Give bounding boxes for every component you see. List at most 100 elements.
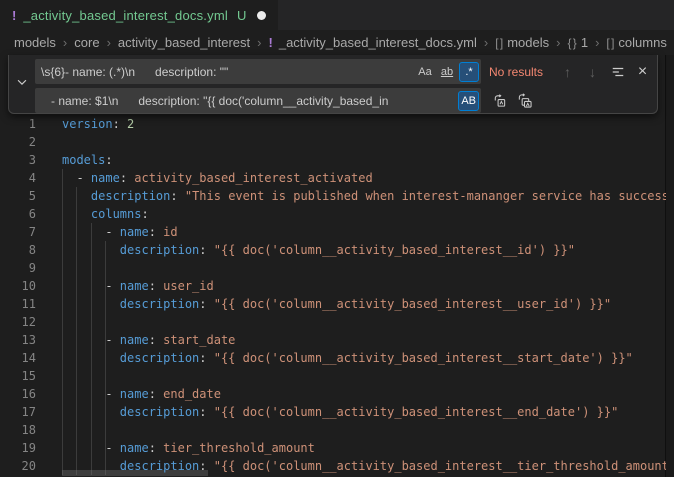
- code-line-1[interactable]: 1version: 2: [0, 115, 666, 133]
- close-icon: ×: [638, 63, 647, 81]
- breadcrumb-separator-icon: ›: [63, 35, 67, 50]
- symbol-array-icon: [ ]: [606, 36, 613, 50]
- close-find-button[interactable]: ×: [632, 61, 653, 82]
- replace-input[interactable]: - name: $1\n description: "{{ doc('colum…: [35, 88, 481, 113]
- code-line-15[interactable]: 15: [0, 367, 666, 385]
- line-content: [36, 313, 62, 331]
- line-content: [36, 421, 62, 439]
- editor-pane[interactable]: 1version: 223models:4 - name: activity_b…: [0, 55, 674, 477]
- line-content: description: "{{ doc('column__activity_b…: [36, 349, 633, 367]
- line-content: columns:: [36, 205, 149, 223]
- previous-match-button[interactable]: ↑: [557, 61, 578, 82]
- line-number: 7: [0, 223, 36, 241]
- line-number: 5: [0, 187, 36, 205]
- next-match-button[interactable]: ↓: [582, 61, 603, 82]
- line-content: - name: id: [36, 223, 178, 241]
- replace-button[interactable]: [489, 90, 510, 111]
- code-line-10[interactable]: 10 - name: user_id: [0, 277, 666, 295]
- arrow-up-icon: ↑: [564, 64, 571, 80]
- line-number: 14: [0, 349, 36, 367]
- breadcrumb-separator-icon: ›: [107, 35, 111, 50]
- code-line-17[interactable]: 17 description: "{{ doc('column__activit…: [0, 403, 666, 421]
- code-line-5[interactable]: 5 description: "This event is published …: [0, 187, 666, 205]
- breadcrumb-item-core[interactable]: core: [74, 35, 99, 50]
- code-line-11[interactable]: 11 description: "{{ doc('column__activit…: [0, 295, 666, 313]
- code-line-14[interactable]: 14 description: "{{ doc('column__activit…: [0, 349, 666, 367]
- code-line-2[interactable]: 2: [0, 133, 666, 151]
- code-line-8[interactable]: 8 description: "{{ doc('column__activity…: [0, 241, 666, 259]
- code-line-6[interactable]: 6 columns:: [0, 205, 666, 223]
- vertical-scrollbar[interactable]: [665, 55, 674, 477]
- yaml-file-icon: !: [12, 8, 16, 23]
- code-line-4[interactable]: 4 - name: activity_based_interest_activa…: [0, 169, 666, 187]
- line-content: - name: user_id: [36, 277, 214, 295]
- line-content: description: "{{ doc('column__activity_b…: [36, 403, 618, 421]
- whole-word-toggle[interactable]: ab: [437, 62, 457, 82]
- modified-dot-indicator[interactable]: [257, 11, 266, 20]
- breadcrumb-separator-icon: ›: [595, 35, 599, 50]
- toggle-replace-button[interactable]: [9, 55, 35, 113]
- find-input[interactable]: \s{6}- name: (.*)\n description: "" Aa a…: [35, 59, 481, 84]
- breadcrumb-label: 1: [581, 35, 588, 50]
- code-line-19[interactable]: 19 - name: tier_threshold_amount: [0, 439, 666, 457]
- breadcrumb-item-models[interactable]: [ ] models: [495, 35, 549, 50]
- code-line-18[interactable]: 18: [0, 421, 666, 439]
- line-content: version: 2: [36, 115, 134, 133]
- breadcrumb-label: core: [74, 35, 99, 50]
- code-line-20[interactable]: 20 description: "{{ doc('column__activit…: [0, 457, 666, 475]
- line-number: 8: [0, 241, 36, 259]
- code-line-7[interactable]: 7 - name: id: [0, 223, 666, 241]
- match-case-toggle[interactable]: Aa: [415, 62, 435, 82]
- replace-icon: [492, 93, 507, 108]
- line-content: [36, 133, 62, 151]
- line-number: 10: [0, 277, 36, 295]
- line-number: 1: [0, 115, 36, 133]
- code-line-3[interactable]: 3models:: [0, 151, 666, 169]
- breadcrumb-label: _activity_based_interest_docs.yml: [279, 35, 477, 50]
- code-line-9[interactable]: 9: [0, 259, 666, 277]
- breadcrumb-item-_activity_based_interest_docs.yml[interactable]: ! _activity_based_interest_docs.yml: [269, 35, 477, 50]
- breadcrumb-separator-icon: ›: [556, 35, 560, 50]
- selection-lines-icon: [611, 65, 625, 79]
- find-in-selection-button[interactable]: [607, 61, 628, 82]
- line-number: 20: [0, 457, 36, 475]
- breadcrumb-item-columns[interactable]: [ ] columns: [606, 35, 666, 50]
- tab-filename: _activity_based_interest_docs.yml: [23, 8, 228, 23]
- line-content: [36, 367, 62, 385]
- yaml-file-icon: !: [269, 35, 273, 50]
- line-number: 18: [0, 421, 36, 439]
- regex-toggle[interactable]: .*: [459, 62, 479, 82]
- editor-tab[interactable]: ! _activity_based_interest_docs.yml U: [0, 0, 278, 30]
- line-number: 19: [0, 439, 36, 457]
- code-line-12[interactable]: 12: [0, 313, 666, 331]
- line-content: description: "{{ doc('column__activity_b…: [36, 457, 666, 475]
- code-line-13[interactable]: 13 - name: start_date: [0, 331, 666, 349]
- breadcrumb-item-models[interactable]: models: [14, 35, 56, 50]
- arrow-down-icon: ↓: [589, 64, 596, 80]
- find-results-count: No results: [489, 65, 543, 79]
- breadcrumb-label: columns: [618, 35, 666, 50]
- line-content: description: "{{ doc('column__activity_b…: [36, 241, 575, 259]
- line-content: description: "This event is published wh…: [36, 187, 666, 205]
- chevron-down-icon: [15, 75, 29, 94]
- replace-value-text: - name: $1\n description: "{{ doc('colum…: [41, 94, 456, 108]
- breadcrumb-label: models: [14, 35, 56, 50]
- line-content: - name: start_date: [36, 331, 235, 349]
- line-number: 15: [0, 367, 36, 385]
- line-content: models:: [36, 151, 113, 169]
- code-line-16[interactable]: 16 - name: end_date: [0, 385, 666, 403]
- git-status-badge: U: [237, 8, 246, 23]
- breadcrumb-item-activity_based_interest[interactable]: activity_based_interest: [118, 35, 250, 50]
- line-number: 17: [0, 403, 36, 421]
- symbol-array-icon: [ ]: [495, 36, 502, 50]
- preserve-case-toggle[interactable]: AB: [458, 91, 479, 111]
- breadcrumb-label: models: [507, 35, 549, 50]
- breadcrumb-item-1[interactable]: { }1: [567, 35, 588, 50]
- breadcrumb-label: activity_based_interest: [118, 35, 250, 50]
- code-content[interactable]: 1version: 223models:4 - name: activity_b…: [0, 115, 666, 475]
- tab-bar: ! _activity_based_interest_docs.yml U: [0, 0, 674, 30]
- replace-all-icon-button[interactable]: [514, 90, 535, 111]
- line-number: 13: [0, 331, 36, 349]
- line-number: 12: [0, 313, 36, 331]
- breadcrumb-separator-icon: ›: [257, 35, 261, 50]
